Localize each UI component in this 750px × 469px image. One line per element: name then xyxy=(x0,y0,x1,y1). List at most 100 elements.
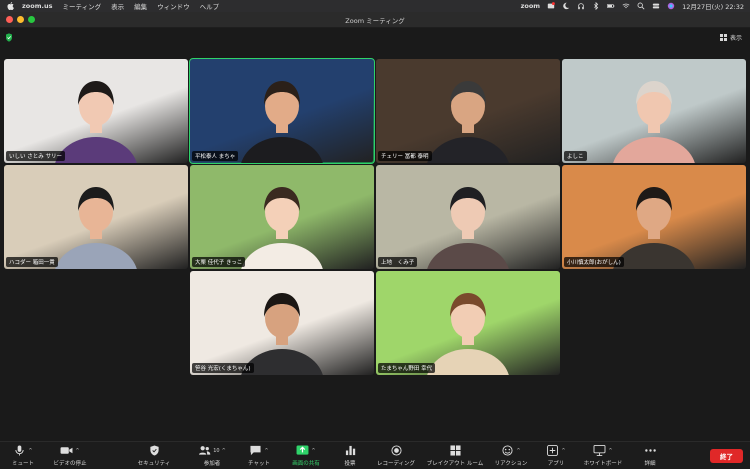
participant-video-feed xyxy=(241,81,323,163)
meeting-gallery: 表示 いしい さとみ サリー 平松泰人 まちゃ チェリー 冨都 泰明 よしこハコダー … xyxy=(0,28,750,441)
polls-label: 投票 xyxy=(344,461,356,467)
participant-name-label: ハコダー 箱田一貴 xyxy=(6,257,58,267)
participant-video-tile[interactable]: 上地 くみ子 xyxy=(376,165,560,269)
menu-meeting[interactable]: ミーティング xyxy=(62,1,101,11)
control-center-icon[interactable] xyxy=(652,2,660,10)
participant-video-tile[interactable]: よしこ xyxy=(562,59,746,163)
chevron-up-icon[interactable]: ^ xyxy=(222,448,226,454)
share-screen-button[interactable]: ^ 画面の共有 xyxy=(289,444,323,468)
participant-video-tile[interactable]: いしい さとみ サリー xyxy=(4,59,188,163)
window-close-button[interactable] xyxy=(6,16,13,23)
participant-video-feed xyxy=(427,187,509,269)
window-minimize-button[interactable] xyxy=(17,16,24,23)
chevron-up-icon[interactable]: ^ xyxy=(516,448,520,454)
participant-video-feed xyxy=(427,81,509,163)
menu-view[interactable]: 表示 xyxy=(111,1,124,11)
polls-button[interactable]: 投票 xyxy=(341,444,359,468)
more-icon xyxy=(644,449,656,452)
security-label: セキュリティ xyxy=(137,461,171,467)
end-meeting-button[interactable]: 終了 xyxy=(710,449,743,463)
encryption-shield-icon[interactable] xyxy=(5,33,13,42)
participant-video-tile[interactable]: 小川慎太郎(おがしん) xyxy=(562,165,746,269)
menubar-clock[interactable]: 12月27日(火) 22:32 xyxy=(682,1,744,11)
chat-label: チャット xyxy=(248,461,270,467)
window-titlebar: Zoom ミーティング xyxy=(0,12,750,28)
menu-window[interactable]: ウィンドウ xyxy=(157,1,190,11)
participant-name-label: 笹谷 光宏(くまちゃん) xyxy=(192,363,254,373)
chevron-up-icon[interactable]: ^ xyxy=(608,448,612,454)
breakout-rooms-icon xyxy=(449,445,461,456)
bar-chart-icon xyxy=(345,445,355,456)
breakout-rooms-button[interactable]: ブレイクアウト ルーム xyxy=(423,444,487,468)
participant-video-feed xyxy=(613,81,695,163)
mute-button[interactable]: ^ ミュート xyxy=(6,444,40,468)
chat-button[interactable]: ^ チャット xyxy=(244,444,274,468)
stop-video-label: ビデオの停止 xyxy=(53,461,87,467)
participant-name-label: よしこ xyxy=(564,151,587,161)
wifi-icon[interactable] xyxy=(622,2,630,10)
participant-video-tile[interactable]: 笹谷 光宏(くまちゃん) xyxy=(190,271,374,375)
participant-video-feed xyxy=(613,187,695,269)
record-label: レコーディング xyxy=(376,461,416,467)
bluetooth-icon[interactable] xyxy=(592,2,600,10)
apps-button[interactable]: ^ アプリ xyxy=(545,444,567,468)
reaction-icon xyxy=(502,445,513,456)
participant-video-tile[interactable]: ハコダー 箱田一貴 xyxy=(4,165,188,269)
more-label: 詳細 xyxy=(644,461,656,467)
siri-icon[interactable] xyxy=(667,2,675,10)
whiteboard-icon xyxy=(593,445,606,456)
meeting-toolbar: ^ ミュート ^ ビデオの停止 セキュリティ 10 ^ 参加者 ^ チャット ^… xyxy=(0,441,750,469)
menu-help[interactable]: ヘルプ xyxy=(200,1,220,11)
window-maximize-button[interactable] xyxy=(28,16,35,23)
notification-badge-icon[interactable] xyxy=(547,2,555,10)
view-toggle-button[interactable]: 表示 xyxy=(719,33,742,42)
menu-app-name[interactable]: zoom.us xyxy=(22,2,52,10)
chevron-up-icon[interactable]: ^ xyxy=(264,448,268,454)
apps-label: アプリ xyxy=(547,461,565,467)
battery-icon[interactable] xyxy=(607,2,615,10)
breakout-rooms-label: ブレイクアウト ルーム xyxy=(426,461,484,467)
apple-menu-icon[interactable] xyxy=(6,2,14,10)
participant-video-tile[interactable]: チェリー 冨都 泰明 xyxy=(376,59,560,163)
grid-view-icon xyxy=(719,34,727,41)
participant-video-tile[interactable]: たまちゃん野田 幸代 xyxy=(376,271,560,375)
participants-label: 参加者 xyxy=(203,461,221,467)
record-button[interactable]: レコーディング xyxy=(374,444,418,468)
status-zoom-text[interactable]: zoom xyxy=(521,2,541,10)
participant-name-label: 大栗 佳代子 きっこ xyxy=(192,257,246,267)
chevron-up-icon[interactable]: ^ xyxy=(561,448,565,454)
participant-name-label: たまちゃん野田 幸代 xyxy=(378,363,436,373)
mute-label: ミュート xyxy=(11,461,34,467)
reactions-button[interactable]: ^ リアクション xyxy=(493,444,529,468)
participant-video-tile[interactable]: 大栗 佳代子 きっこ xyxy=(190,165,374,269)
view-toggle-label: 表示 xyxy=(729,35,742,42)
search-icon[interactable] xyxy=(637,2,645,10)
more-button[interactable]: 詳細 xyxy=(640,444,660,468)
participant-video-feed xyxy=(55,81,137,163)
whiteboard-label: ホワイトボード xyxy=(583,461,623,467)
chevron-up-icon[interactable]: ^ xyxy=(311,448,315,454)
window-title: Zoom ミーティング xyxy=(345,16,405,25)
participant-video-feed xyxy=(55,187,137,269)
share-screen-icon xyxy=(296,445,309,455)
participants-icon xyxy=(199,446,211,455)
participant-video-tile[interactable]: 平松泰人 まちゃ xyxy=(189,58,375,164)
participant-video-feed xyxy=(241,293,323,375)
headphones-icon[interactable] xyxy=(577,2,585,10)
video-camera-icon xyxy=(60,447,73,454)
participants-button[interactable]: 10 ^ 参加者 xyxy=(192,444,232,468)
apps-icon xyxy=(547,445,559,456)
stop-video-button[interactable]: ^ ビデオの停止 xyxy=(50,444,90,468)
microphone-icon xyxy=(15,445,25,456)
participant-video-feed xyxy=(241,187,323,269)
chevron-up-icon[interactable]: ^ xyxy=(75,448,79,454)
whiteboard-button[interactable]: ^ ホワイトボード xyxy=(581,444,625,468)
chevron-up-icon[interactable]: ^ xyxy=(28,448,32,454)
participant-name-label: 平松泰人 まちゃ xyxy=(192,151,239,161)
moon-icon[interactable] xyxy=(562,2,570,10)
reactions-label: リアクション xyxy=(494,461,528,467)
security-button[interactable]: セキュリティ xyxy=(134,444,174,468)
macos-menubar: zoom.us ミーティング 表示 編集 ウィンドウ ヘルプ zoom 12月2… xyxy=(0,0,750,12)
menu-edit[interactable]: 編集 xyxy=(134,1,147,11)
share-screen-label: 画面の共有 xyxy=(292,461,320,467)
